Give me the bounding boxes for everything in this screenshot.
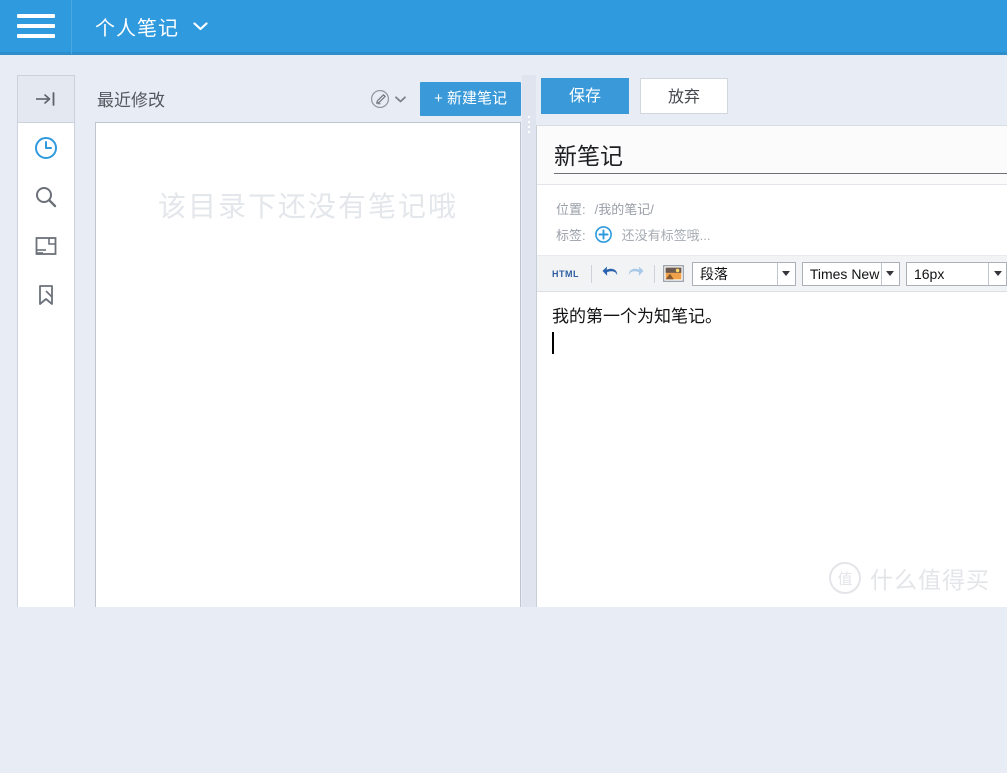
note-list-header: 最近修改 + 新建笔记 (95, 75, 521, 122)
save-button[interactable]: 保存 (541, 78, 629, 114)
font-family-value: Times New Roman (803, 266, 881, 282)
hamburger-bar (17, 14, 55, 18)
grip-dot (528, 131, 530, 133)
sidebar-item-notebooks[interactable] (18, 221, 74, 270)
empty-state-message: 该目录下还没有笔记哦 (96, 185, 520, 225)
font-size-value: 16px (907, 266, 988, 282)
sidebar-item-recent[interactable] (18, 123, 74, 172)
pencil-icon (369, 88, 391, 110)
notebook-icon (33, 233, 59, 259)
undo-icon (601, 264, 620, 283)
bookmark-icon (33, 282, 59, 308)
chevron-down-icon (881, 263, 899, 285)
text-cursor (552, 332, 554, 354)
app-header: 个人笔记 (0, 0, 1007, 55)
plus-circle-glyph (595, 226, 612, 243)
splitter-grip (525, 113, 533, 136)
note-title-input[interactable]: 新笔记 (554, 137, 1007, 174)
note-edit-menu-button[interactable] (369, 88, 406, 110)
chevron-down-icon (988, 263, 1006, 285)
note-list-title: 最近修改 (97, 86, 165, 111)
toolbar-separator (591, 265, 592, 283)
chevron-glyph (886, 271, 894, 276)
insert-image-icon (663, 265, 684, 282)
grip-dot (528, 121, 530, 123)
grip-dot (528, 126, 530, 128)
editor-action-bar: 保存 放弃 (541, 78, 728, 114)
note-meta: 位置: /我的笔记/ 标签: 还没有标签哦... (537, 185, 1007, 256)
panel-splitter[interactable] (522, 75, 536, 607)
note-content-line: 我的第一个为知笔记。 (552, 305, 1007, 330)
chevron-glyph (994, 271, 1002, 276)
sidebar-collapse-button[interactable] (18, 76, 74, 123)
new-note-button[interactable]: + 新建笔记 (420, 82, 521, 116)
note-list-panel[interactable]: 该目录下还没有笔记哦 (95, 122, 521, 607)
plus-circle-icon[interactable] (595, 226, 612, 243)
location-label: 位置: (556, 199, 586, 218)
font-family-select[interactable]: Times New Roman (802, 262, 900, 286)
note-editor-panel: 新笔记 位置: /我的笔记/ 标签: 还没有标签哦... HTML (536, 125, 1007, 607)
hamburger-bar (17, 34, 55, 38)
editor-toolbar: HTML 段落 Times Ne (537, 256, 1007, 292)
note-title-row: 新笔记 (537, 126, 1007, 185)
chevron-down-glyph (395, 96, 406, 103)
location-value[interactable]: /我的笔记/ (595, 199, 654, 218)
hamburger-menu-icon[interactable] (0, 0, 72, 54)
collapse-panel-icon (35, 91, 57, 107)
toolbar-separator (654, 265, 655, 283)
redo-button[interactable] (623, 261, 648, 287)
sidebar-item-search[interactable] (18, 172, 74, 221)
font-size-select[interactable]: 16px (906, 262, 1007, 286)
chevron-down-glyph (193, 22, 208, 31)
hamburger-bar (17, 24, 55, 28)
redo-icon (626, 264, 645, 283)
note-content-editor[interactable]: 我的第一个为知笔记。 (537, 292, 1007, 773)
clock-icon (33, 135, 59, 161)
paragraph-format-value: 段落 (693, 264, 777, 284)
sidebar-rail (17, 75, 75, 607)
html-source-button[interactable]: HTML (546, 269, 585, 279)
chevron-glyph (782, 271, 790, 276)
grip-dot (528, 116, 530, 118)
insert-image-button[interactable] (661, 261, 686, 287)
chevron-down-icon (777, 263, 795, 285)
paragraph-format-select[interactable]: 段落 (692, 262, 796, 286)
tags-placeholder[interactable]: 还没有标签哦... (622, 225, 711, 244)
tags-label: 标签: (556, 225, 586, 244)
discard-button[interactable]: 放弃 (640, 78, 728, 114)
note-location-row: 位置: /我的笔记/ (556, 195, 1007, 221)
undo-button[interactable] (598, 261, 623, 287)
sidebar-item-tags[interactable] (18, 270, 74, 319)
note-tags-row: 标签: 还没有标签哦... (556, 221, 1007, 247)
search-icon (33, 184, 59, 210)
chevron-down-icon[interactable] (193, 19, 208, 34)
page-title: 个人笔记 (95, 12, 179, 41)
chevron-down-icon (395, 93, 406, 105)
